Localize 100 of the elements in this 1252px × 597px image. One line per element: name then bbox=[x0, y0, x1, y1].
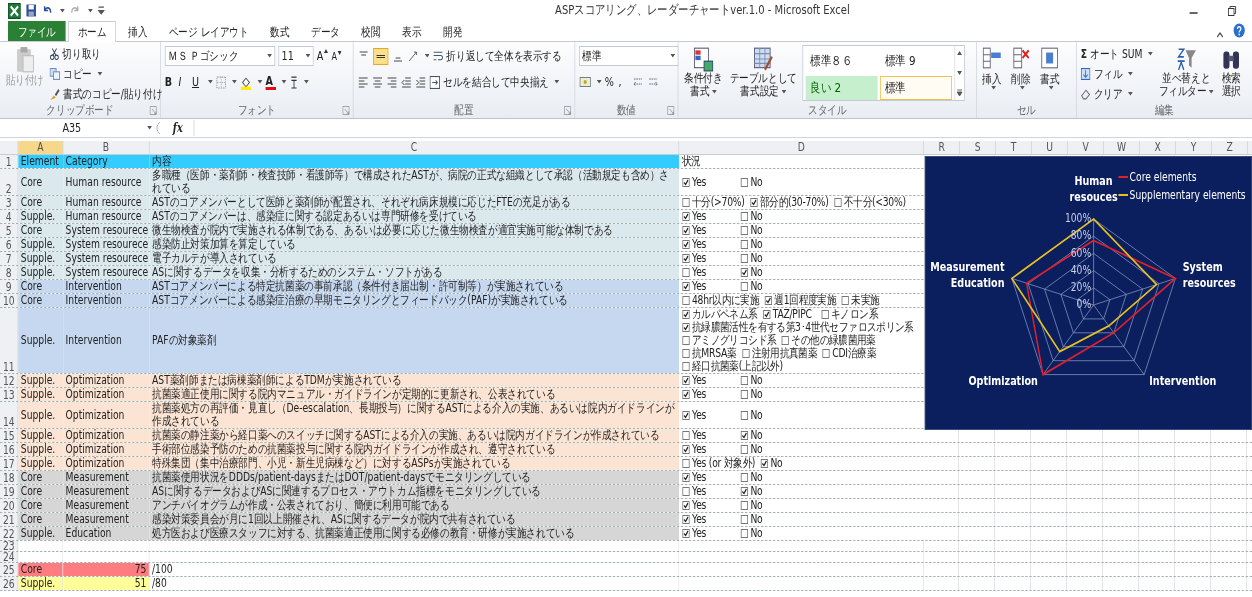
checkbox[interactable]: 48hr以内に実施 bbox=[682, 294, 760, 307]
checkbox-square[interactable] bbox=[764, 296, 772, 305]
checkbox[interactable]: Yes bbox=[682, 499, 736, 512]
cells-button[interactable]: 書式 bbox=[1038, 45, 1061, 91]
checkbox[interactable]: No bbox=[740, 485, 794, 498]
checkbox-square[interactable] bbox=[740, 226, 748, 235]
percent-button[interactable]: % bbox=[604, 75, 616, 89]
checkbox-square[interactable] bbox=[682, 445, 690, 454]
column-header[interactable]: D bbox=[679, 141, 924, 154]
cut-button[interactable]: 切り取り bbox=[49, 45, 101, 63]
checkbox-square[interactable] bbox=[740, 431, 748, 440]
checkbox-square[interactable] bbox=[740, 445, 748, 454]
restore-icon[interactable] bbox=[1226, 4, 1238, 17]
checkbox[interactable]: No bbox=[740, 238, 794, 251]
column-header[interactable]: X bbox=[1140, 141, 1176, 154]
cell-style-option[interactable]: 良い 2 bbox=[805, 76, 878, 100]
wrap-text-button[interactable]: 折り返して全体を表示する bbox=[432, 47, 562, 65]
align-left-icon[interactable] bbox=[357, 76, 369, 88]
checkbox[interactable]: No bbox=[740, 224, 794, 237]
checkbox-square[interactable] bbox=[682, 336, 690, 345]
checkbox[interactable]: Yes bbox=[682, 443, 736, 456]
checkbox-square[interactable] bbox=[682, 431, 690, 440]
checkbox-square[interactable] bbox=[740, 282, 748, 291]
ribbon-tab[interactable]: ページ レイアウト bbox=[159, 21, 259, 41]
checkbox-square[interactable] bbox=[682, 254, 690, 263]
checkbox[interactable]: No bbox=[740, 280, 794, 293]
decrease-indent-icon[interactable] bbox=[400, 76, 412, 88]
ribbon-tab[interactable]: 表示 bbox=[392, 21, 432, 41]
cell-style-option[interactable]: 標準８６ bbox=[805, 49, 878, 73]
checkbox[interactable]: No bbox=[760, 457, 814, 470]
checkbox[interactable]: No bbox=[740, 429, 794, 442]
checkbox[interactable]: No bbox=[740, 527, 794, 540]
row-header[interactable]: 13 bbox=[0, 388, 19, 401]
checkbox[interactable]: TAZ/PIPC bbox=[763, 308, 816, 321]
row-header[interactable]: 18 bbox=[0, 471, 19, 484]
customize-icon[interactable] bbox=[97, 6, 105, 15]
checkbox[interactable]: Yes bbox=[682, 388, 736, 401]
shrink-font-button[interactable]: A bbox=[331, 50, 342, 62]
checkbox-square[interactable] bbox=[682, 240, 690, 249]
ribbon-tab[interactable]: 挿入 bbox=[118, 21, 157, 41]
checkbox-square[interactable] bbox=[682, 323, 690, 332]
checkbox[interactable]: その他の緑膿菌用薬 bbox=[781, 334, 876, 347]
column-header[interactable]: U bbox=[1032, 141, 1068, 154]
row-header[interactable]: 12 bbox=[0, 374, 19, 387]
checkbox-square[interactable] bbox=[682, 310, 690, 319]
increase-indent-icon[interactable] bbox=[415, 76, 427, 88]
align-right-icon[interactable] bbox=[386, 76, 398, 88]
fill-button[interactable]: フィル bbox=[1080, 65, 1133, 83]
checkbox-square[interactable] bbox=[742, 349, 750, 358]
row-header[interactable]: 7 bbox=[0, 252, 19, 265]
checkbox-square[interactable] bbox=[740, 515, 748, 524]
file-tab[interactable]: ファイル bbox=[8, 21, 66, 41]
phonetic-icon[interactable] bbox=[289, 75, 299, 89]
checkbox[interactable]: Yes bbox=[682, 252, 736, 265]
find-select-button[interactable]: 検索 選択 bbox=[1219, 45, 1244, 99]
checkbox[interactable]: 未実施 bbox=[841, 294, 895, 307]
checkbox-square[interactable] bbox=[682, 362, 690, 371]
checkbox[interactable]: No bbox=[740, 471, 794, 484]
checkbox-square[interactable] bbox=[760, 459, 768, 468]
checkbox-square[interactable] bbox=[740, 473, 748, 482]
copy-button[interactable]: コピー bbox=[49, 65, 103, 83]
row-header[interactable]: 9 bbox=[0, 280, 19, 293]
checkbox-square[interactable] bbox=[682, 268, 690, 277]
checkbox[interactable]: アミノグリコシド系 bbox=[682, 334, 777, 347]
ribbon-tab[interactable]: ホーム bbox=[68, 21, 116, 42]
checkbox[interactable]: Yes bbox=[682, 485, 736, 498]
column-header[interactable]: B bbox=[63, 141, 150, 154]
column-header[interactable]: T bbox=[996, 141, 1032, 154]
row-header[interactable]: 3 bbox=[0, 196, 19, 209]
checkbox-square[interactable] bbox=[682, 282, 690, 291]
format-as-table-button[interactable]: テーブルとして 書式設定 bbox=[728, 45, 799, 99]
collapse-ribbon-icon[interactable] bbox=[1216, 31, 1224, 38]
checkbox-square[interactable] bbox=[682, 473, 690, 482]
checkbox[interactable]: 注射用抗真菌薬 bbox=[742, 347, 818, 360]
column-header[interactable]: C bbox=[149, 141, 680, 154]
checkbox-square[interactable] bbox=[682, 515, 690, 524]
checkbox[interactable]: No bbox=[740, 408, 794, 422]
format-painter-button[interactable]: 書式のコピー/貼り付け bbox=[49, 85, 163, 103]
checkbox-square[interactable] bbox=[740, 390, 748, 399]
row-header[interactable]: 8 bbox=[0, 266, 19, 279]
checkbox-square[interactable] bbox=[682, 529, 690, 538]
column-header[interactable]: Z bbox=[1212, 141, 1248, 154]
row-header[interactable]: 4 bbox=[0, 210, 19, 223]
checkbox-square[interactable] bbox=[822, 349, 830, 358]
row-header[interactable]: 21 bbox=[0, 513, 19, 526]
italic-button[interactable]: I bbox=[178, 75, 189, 89]
dialog-launcher-icon[interactable] bbox=[149, 106, 157, 115]
row-header[interactable]: 20 bbox=[0, 499, 19, 512]
ribbon-tab[interactable]: データ bbox=[301, 21, 350, 41]
checkbox[interactable]: No bbox=[740, 175, 794, 189]
underline-button[interactable]: U bbox=[192, 75, 203, 89]
checkbox-square[interactable] bbox=[740, 268, 748, 277]
align-middle-icon[interactable] bbox=[372, 47, 389, 65]
checkbox[interactable]: Yes bbox=[682, 408, 736, 422]
checkbox[interactable]: カルバペネム系 bbox=[682, 308, 758, 321]
number-format-field[interactable]: 標準 bbox=[579, 46, 679, 66]
checkbox-square[interactable] bbox=[682, 177, 690, 187]
checkbox[interactable]: Yes bbox=[682, 513, 736, 526]
font-size-field[interactable]: 11 bbox=[278, 46, 314, 66]
row-header[interactable]: 2 bbox=[0, 169, 19, 195]
